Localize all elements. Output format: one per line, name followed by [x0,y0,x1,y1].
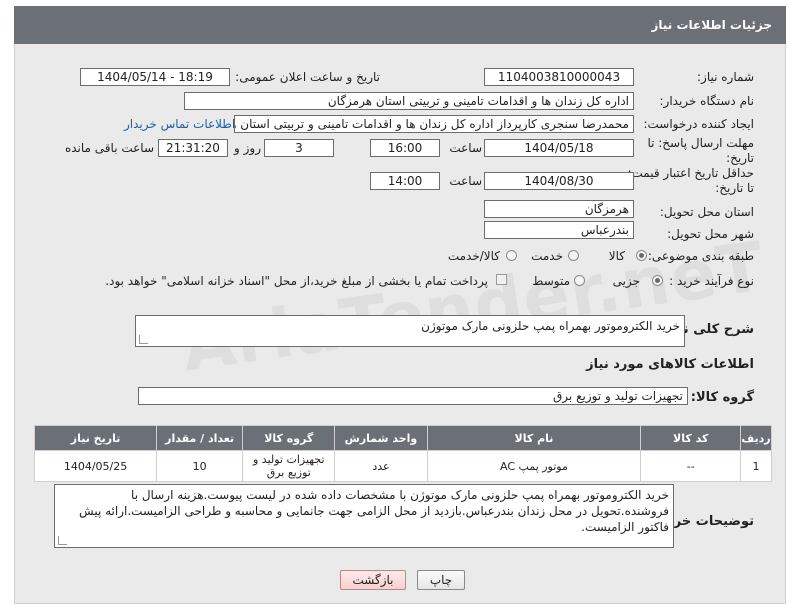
cell-code: -- [640,450,742,482]
goods-group-field[interactable]: تجهیزات تولید و توزیع برق [138,387,688,405]
remaining-days-field[interactable]: 3 [264,139,334,157]
process-medium-radio[interactable] [574,275,585,286]
announce-datetime-field[interactable]: 1404/05/14 - 18:19 [80,68,230,86]
category-goods-service-label: کالا/خدمت [447,249,500,263]
resize-grip-icon[interactable] [58,536,67,545]
cell-group: تجهیزات تولید و توزیع برق [242,450,336,482]
delivery-city-label: شهر محل تحویل: [667,227,754,241]
items-table: ردیف کد کالا نام کالا واحد شمارش گروه کا… [33,425,772,482]
requester-field[interactable]: محمدرضا سنجری کارپرداز اداره کل زندان ها… [234,115,634,133]
delivery-province-label: استان محل تحویل: [659,205,754,219]
cell-unit: عدد [334,450,428,482]
reply-deadline-label-1: مهلت ارسال پاسخ: تا [647,136,754,150]
category-service-label: خدمت [531,249,563,263]
cell-name: موتور پمپ AC [426,450,642,482]
days-label: روز و [234,141,261,155]
col-row: ردیف [740,425,772,451]
col-date: تاریخ نیاز [33,425,158,451]
buyer-org-field[interactable]: اداره کل زندان ها و اقدامات تامینی و ترب… [184,92,634,110]
treasury-bonds-checkbox[interactable] [496,274,507,285]
summary-textarea[interactable]: خرید الکتروموتور بهمراه پمپ حلزونی مارک … [135,315,685,347]
process-minor-radio[interactable] [652,275,663,286]
page-title: جزئیات اطلاعات نیاز [651,18,772,32]
back-button[interactable]: بازگشت [340,570,406,590]
col-qty: تعداد / مقدار [156,425,244,451]
buyer-org-label: نام دستگاه خریدار: [659,94,755,108]
reply-deadline-date-field[interactable]: 1404/05/18 [484,139,634,157]
summary-text: خرید الکتروموتور بهمراه پمپ حلزونی مارک … [421,319,680,333]
treasury-bonds-note: پرداخت تمام یا بخشی از مبلغ خرید،از محل … [105,274,488,288]
category-goods-service-radio[interactable] [506,250,517,261]
price-validity-date-field[interactable]: 1404/08/30 [484,172,634,190]
col-code: کد کالا [640,425,742,451]
category-goods-radio[interactable] [636,250,647,261]
delivery-city-field[interactable]: بندرعباس [484,221,634,239]
page-header: جزئیات اطلاعات نیاز [14,6,786,44]
reply-deadline-time-field[interactable]: 16:00 [370,139,440,157]
process-minor-label: جزیی [612,274,640,288]
table-row[interactable]: 1 -- موتور پمپ AC عدد تجهیزات تولید و تو… [33,450,772,482]
cell-row: 1 [740,450,772,482]
print-button[interactable]: چاپ [417,570,465,590]
announce-datetime-label: تاریخ و ساعت اعلان عمومی: [235,70,380,84]
remaining-time-label: ساعت باقی مانده [64,141,154,155]
category-goods-label: کالا [608,249,625,263]
price-validity-time-field[interactable]: 14:00 [370,172,440,190]
need-number-field[interactable]: 1104003810000043 [484,68,634,86]
category-service-radio[interactable] [568,250,579,261]
cell-date: 1404/05/25 [33,450,158,482]
reply-time-label: ساعت [449,141,482,155]
remaining-time-field[interactable]: 21:31:20 [158,139,228,157]
buyer-notes-text: خرید الکتروموتور بهمراه پمپ حلزونی مارک … [79,488,669,534]
requester-label: ایجاد کننده درخواست: [643,117,754,131]
price-validity-time-label: ساعت [449,174,482,188]
price-validity-label-1: حداقل تاریخ اعتبار قیمت: [627,166,754,180]
process-medium-label: متوسط [532,274,570,288]
buyer-notes-textarea[interactable]: خرید الکتروموتور بهمراه پمپ حلزونی مارک … [54,484,674,548]
price-validity-label-2: تا تاریخ: [715,181,754,195]
table-header-row: ردیف کد کالا نام کالا واحد شمارش گروه کا… [33,425,772,451]
col-group: گروه کالا [242,425,336,451]
category-label: طبقه بندی موضوعی: [647,249,754,263]
goods-group-label: گروه کالا: [690,390,754,405]
cell-qty: 10 [156,450,244,482]
delivery-province-field[interactable]: هرمزگان [484,200,634,218]
purchase-process-label: نوع فرآیند خرید : [669,274,754,288]
col-unit: واحد شمارش [334,425,428,451]
buyer-contact-link[interactable]: اطلاعات تماس خریدار [124,117,235,131]
resize-grip-icon[interactable] [139,335,148,344]
need-number-label: شماره نیاز: [697,70,754,84]
reply-deadline-label-2: تاریخ: [726,151,754,165]
goods-section-title: اطلاعات کالاهای مورد نیاز [586,357,754,372]
col-name: نام کالا [426,425,642,451]
